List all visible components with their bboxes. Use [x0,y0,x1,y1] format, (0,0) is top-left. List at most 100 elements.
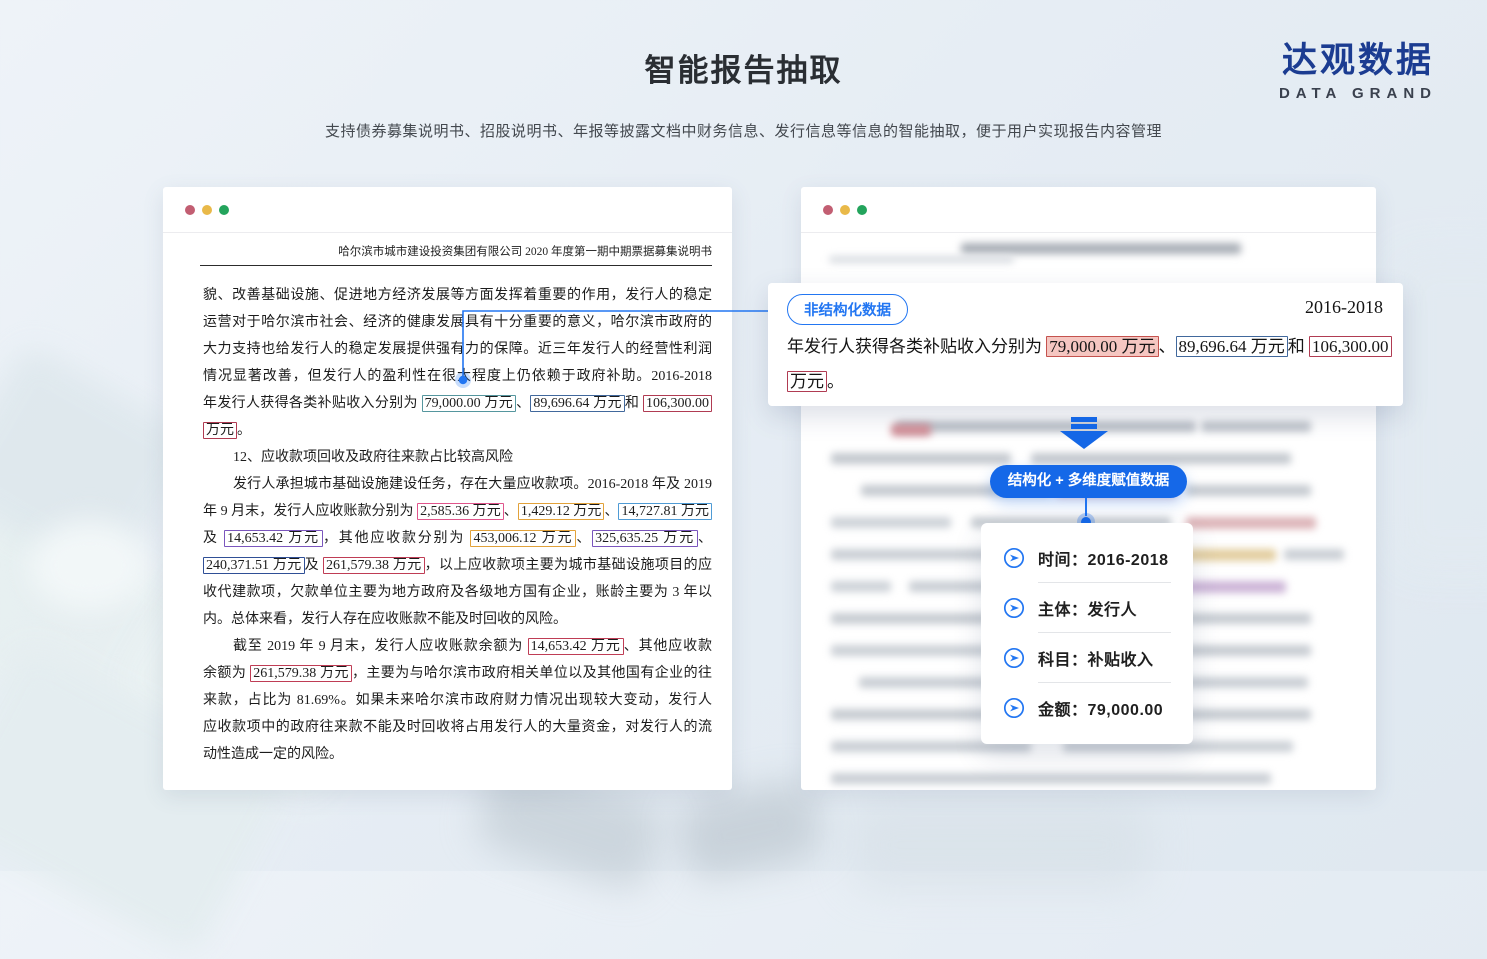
text-segment: 情况显著改善，但发行人的盈利性在很大程度上仍依赖于政府补助。2016-2018 [203,369,712,384]
highlight-box: 万元 [203,422,237,439]
field-row-金额: 金额：79,000.00 [981,683,1193,732]
doc-line: 情况显著改善，但发行人的盈利性在很大程度上仍依赖于政府补助。2016-2018 [203,363,712,390]
doc-line: 截至 2019 年 9 月末，发行人应收账款余额为 14,653.42 万元、其… [203,633,712,660]
unstructured-data-tag: 非结构化数据 [787,294,908,325]
blurred-text-line [831,773,1271,784]
text-segment: 和 [1288,337,1309,356]
field-text: 金额：79,000.00 [1038,696,1163,720]
blurred-text-line [891,424,931,436]
text-segment: 应收款项中的政府往来款不能及时回收将占用发行人的大量资金，对发行人的流 [203,720,712,735]
close-button[interactable] [823,205,833,215]
text-segment: 及 [305,558,323,573]
text-segment: 、 [576,531,592,546]
highlight-box: 14,653.42 万元 [528,638,624,655]
doc-line: 万元。 [203,417,712,444]
doc-line: 动性造成一定的风险。 [203,741,712,768]
text-segment: 余额为 [203,666,250,681]
text-segment: 运营对于哈尔滨市社会、经济的健康发展具有十分重要的意义，哈尔滨市政府的 [203,315,712,330]
text-segment: 发行人承担城市基础设施建设任务，存在大量应收款项。2016-2018 年及 20… [233,477,712,492]
blurred-text-line [1284,549,1344,560]
background-blur-shape [1390,250,1487,570]
page: { "header": { "title": "智能报告抽取", "subtit… [0,0,1487,871]
zoom-button[interactable] [857,205,867,215]
doc-line: 240,371.51 万元及 261,579.38 万元，以上应收款项主要为城市… [203,552,712,579]
close-button[interactable] [185,205,195,215]
text-segment: 12、应收款项回收及政府往来款占比较高风险 [233,450,513,465]
text-segment: 、 [504,504,518,519]
highlight-box: 325,635.25 万元 [592,530,698,547]
blurred-text-line [1031,453,1291,464]
window-titlebar [801,187,1376,233]
highlight-box: 453,006.12 万元 [470,530,576,547]
doc-line: 发行人承担城市基础设施建设任务，存在大量应收款项。2016-2018 年及 20… [203,471,712,498]
text-segment: 收代建款项，欠款单位主要为地方政府及各级地方国有企业，账龄主要为 3 年以 [203,585,712,600]
background-blur-shape [30,520,150,610]
blurred-text-line [859,677,999,688]
datagrand-logo: 达观数据 DATA GRAND [1279,42,1437,102]
doc-line: 貌、改善基础设施、促进地方经济发展等方面发挥着重要的作用，发行人的稳定 [203,282,712,309]
blurred-text-line [831,453,1011,464]
doc-line: 内。总体来看，发行人存在应收账款不能及时回收的风险。 [203,606,712,633]
arrow-circle-icon [1003,647,1025,669]
doc-line: 应收款项中的政府往来款不能及时回收将占用发行人的大量资金，对发行人的流 [203,714,712,741]
text-segment: 貌、改善基础设施、促进地方经济发展等方面发挥着重要的作用，发行人的稳定 [203,288,712,303]
doc-line: 年 9 月末，发行人应收账款分别为 2,585.36 万元、1,429.12 万… [203,498,712,525]
arrow-circle-icon [1003,597,1025,619]
document-body: 貌、改善基础设施、促进地方经济发展等方面发挥着重要的作用，发行人的稳定运营对于哈… [203,282,712,768]
text-segment: 。 [827,372,844,391]
highlight-box: 14,727.81 万元 [618,503,712,520]
text-segment: 。 [237,423,251,438]
doc-line: 来款，占比为 81.69%。如果未来哈尔滨市政府财力情况出现较大变动，发行人 [203,687,712,714]
blurred-text-line [1186,517,1316,529]
text-segment: 和 [625,396,643,411]
structured-data-tag: 结构化 + 多维度赋值数据 [990,465,1187,498]
text-segment: 动性造成一定的风险。 [203,747,343,762]
highlight-box: 79,000.00 万元 [422,395,516,412]
text-segment: 、 [604,504,618,519]
minimize-button[interactable] [840,205,850,215]
blurred-text-line [896,421,1196,432]
field-row-科目: 科目：补贴收入 [981,633,1193,682]
window-titlebar [163,187,732,233]
highlight-box: 89,696.64 万元 [530,395,624,412]
text-segment: 、 [698,531,712,546]
text-segment: 年发行人获得各类补贴收入分别为 [787,337,1046,356]
callout-text-line: 年发行人获得各类补贴收入分别为 79,000.00 万元、89,696.64 万… [787,332,1392,357]
highlight-box: 106,300.00 [1309,336,1392,357]
text-segment: 、其他应收款 [624,639,712,654]
highlight-box: 2,585.36 万元 [417,503,504,520]
arrow-circle-icon [1003,697,1025,719]
text-segment: ，以上应收款项主要为城市基础设施项目的应 [425,558,712,573]
field-text: 主体：发行人 [1038,596,1137,620]
doc-line: 大力支持也给发行人的稳定发展提供强有力的保障。近三年发行人的经营性利润 [203,336,712,363]
text-segment: 来款，占比为 81.69%。如果未来哈尔滨市政府财力情况出现较大变动，发行人 [203,693,712,708]
left-document-window: 哈尔滨市城市建设投资集团有限公司 2020 年度第一期中期票据募集说明书 貌、改… [163,187,732,790]
text-segment: 大力支持也给发行人的稳定发展提供强有力的保障。近三年发行人的经营性利润 [203,342,712,357]
background-blur-shape [673,776,827,883]
field-row-时间: 时间：2016-2018 [981,533,1193,582]
doc-line: 余额为 261,579.38 万元，主要为与哈尔滨市政府相关单位以及其他国有企业… [203,660,712,687]
highlight-box: 79,000.00 万元 [1046,336,1158,357]
text-segment: 年 9 月末，发行人应收账款分别为 [203,504,417,519]
zoom-button[interactable] [219,205,229,215]
arrow-circle-icon [1003,547,1025,569]
highlight-box: 261,579.38 万元 [323,557,425,574]
blurred-text-line [1201,421,1311,432]
highlight-box: 1,429.12 万元 [518,503,605,520]
logo-en-text: DATA GRAND [1279,85,1437,102]
doc-line: 年发行人获得各类补贴收入分别为 79,000.00 万元、89,696.64 万… [203,390,712,417]
blurred-text-line [831,517,951,528]
blurred-text-line [829,256,1014,263]
highlight-box: 106,300.00 [643,395,712,412]
logo-cn-text: 达观数据 [1279,42,1437,81]
minimize-button[interactable] [202,205,212,215]
doc-line: 及 14,653.42 万元，其他应收款分别为 453,006.12 万元、32… [203,525,712,552]
text-segment: 及 [203,531,224,546]
text-segment: 、 [1159,337,1176,356]
unstructured-data-card: 非结构化数据 2016-2018 年发行人获得各类补贴收入分别为 79,000.… [768,283,1403,406]
highlight-box: 240,371.51 万元 [203,557,305,574]
callout-text-line: 万元。 [787,367,844,392]
text-segment: 年发行人获得各类补贴收入分别为 [203,396,422,411]
text-segment: 截至 2019 年 9 月末，发行人应收账款余额为 [233,639,528,654]
blurred-text-line [961,243,1241,254]
